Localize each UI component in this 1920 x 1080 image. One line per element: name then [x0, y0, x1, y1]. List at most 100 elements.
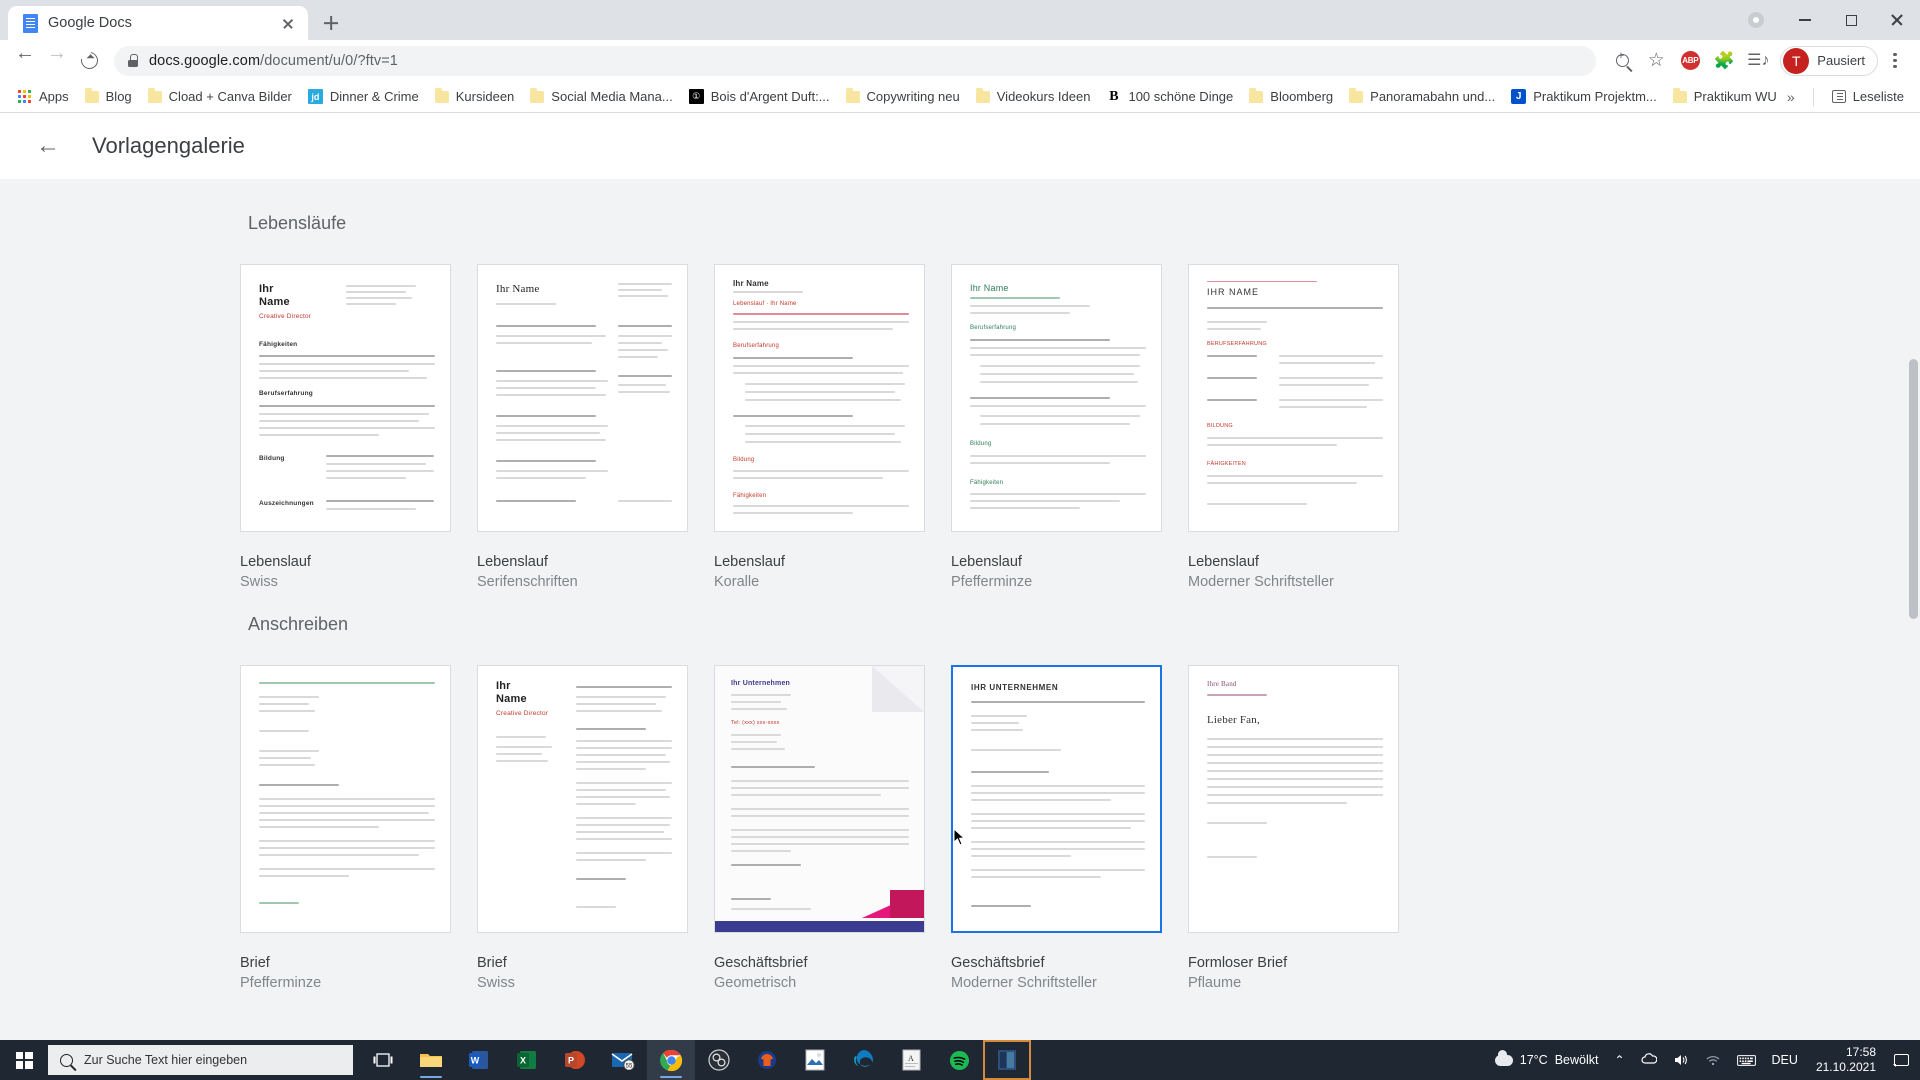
template-thumbnail[interactable]: Ihr Unternehmen Tel: (xxx) xxx-xxxx — [714, 665, 925, 933]
wifi-icon[interactable] — [1697, 1040, 1729, 1080]
file-explorer-icon[interactable] — [407, 1040, 455, 1080]
template-card[interactable]: Ihr Name Lebenslauf · Ihr Name Berufserf… — [714, 264, 951, 590]
template-thumbnail[interactable]: Ihr Name Lebenslauf · Ihr Name Berufserf… — [714, 264, 925, 532]
folder-icon — [530, 88, 545, 103]
maximize-button[interactable] — [1828, 0, 1874, 40]
bookmark-label: Dinner & Crime — [329, 89, 419, 104]
volume-icon[interactable] — [1665, 1040, 1697, 1080]
bookmarks-overflow-button[interactable]: » — [1779, 86, 1803, 108]
folder-icon — [84, 88, 99, 103]
reading-list-icon[interactable]: ☰♪ — [1742, 45, 1774, 77]
bookmark-praktikum-wu[interactable]: Praktikum WU — [1665, 86, 1785, 107]
bookmark-dinner-crime[interactable]: jd Dinner & Crime — [300, 86, 427, 107]
address-bar[interactable]: docs.google.com/document/u/0/?ftv=1 — [114, 45, 1597, 76]
bookmark-label: Videokurs Ideen — [996, 89, 1091, 104]
folder-icon — [1672, 88, 1687, 103]
bookmark-kursideen[interactable]: Kursideen — [427, 86, 523, 107]
chrome-menu-button[interactable] — [1880, 46, 1910, 76]
bookmark-videokurs-ideen[interactable]: Videokurs Ideen — [968, 86, 1099, 107]
template-thumbnail[interactable]: Ihr Name Creative Director — [477, 665, 688, 933]
template-card[interactable]: Ihre Band Lieber Fan, Formloser Brief Pf… — [1188, 665, 1425, 991]
weather-temp: 17°C — [1519, 1053, 1548, 1067]
word-icon[interactable]: W — [455, 1040, 503, 1080]
keyboard-icon[interactable] — [1729, 1040, 1764, 1080]
template-thumbnail[interactable]: Ihr Name Berufserfahrung Bildung Fähigke… — [951, 264, 1162, 532]
template-thumbnail[interactable]: IHR UNTERNEHMEN — [951, 665, 1162, 933]
bookmark-apps[interactable]: Apps — [10, 86, 77, 107]
excel-icon[interactable]: X — [503, 1040, 551, 1080]
section-title-lebenslaeufe: Lebensläufe — [248, 213, 347, 233]
new-tab-button[interactable] — [314, 6, 348, 40]
template-thumbnail[interactable]: IHR NAME BERUFSERFAHRUNG BILDUNG FÄHIGKE… — [1188, 264, 1399, 532]
folder-icon — [1249, 88, 1264, 103]
template-card[interactable]: Ihr Unternehmen Tel: (xxx) xxx-xxxx Gesc… — [714, 665, 951, 991]
bookmark-bois-dargent[interactable]: ① Bois d'Argent Duft:... — [681, 86, 838, 107]
notification-icon[interactable] — [1886, 1040, 1916, 1080]
template-subtitle: Geometrisch — [714, 975, 797, 991]
template-card[interactable]: Brief Pfefferminze — [240, 665, 477, 991]
adblock-plus-icon[interactable]: ABP — [1674, 45, 1706, 77]
browser-tab-google-docs[interactable]: Google Docs — [8, 6, 308, 40]
close-window-button[interactable] — [1874, 0, 1920, 40]
notes-icon[interactable]: A — [887, 1040, 935, 1080]
folder-icon — [147, 88, 162, 103]
chrome-icon[interactable] — [647, 1040, 695, 1080]
bookmark-blog[interactable]: Blog — [77, 86, 140, 107]
app-icon[interactable] — [983, 1040, 1031, 1080]
template-subtitle: Pfefferminze — [951, 574, 1033, 590]
mail-badge-count: 55 — [626, 1063, 633, 1069]
template-thumbnail[interactable]: Ihr Name Creative Director Fähigkeiten B… — [240, 264, 451, 532]
powerpoint-icon[interactable]: P — [551, 1040, 599, 1080]
bookmark-social-media-mana[interactable]: Social Media Mana... — [522, 86, 680, 107]
minimize-button[interactable] — [1782, 0, 1828, 40]
photos-icon[interactable] — [791, 1040, 839, 1080]
bookmark-star-icon[interactable]: ☆ — [1640, 45, 1672, 77]
template-subtitle: Moderner Schriftsteller — [1188, 574, 1334, 590]
bookmark-label: Kursideen — [455, 89, 515, 104]
audacity-icon[interactable] — [743, 1040, 791, 1080]
bookmark-100-schoene-dinge[interactable]: B 100 schöne Dinge — [1098, 86, 1241, 107]
reading-list-button[interactable]: Leseliste — [1824, 86, 1912, 107]
template-card[interactable]: IHR NAME BERUFSERFAHRUNG BILDUNG FÄHIGKE… — [1188, 264, 1425, 590]
language-indicator[interactable]: DEU — [1764, 1040, 1806, 1080]
obs-icon[interactable] — [695, 1040, 743, 1080]
onedrive-icon[interactable] — [1633, 1040, 1665, 1080]
template-thumbnail[interactable]: Ihr Name — [477, 264, 688, 532]
bookmark-praktikum-projektm[interactable]: J Praktikum Projektm... — [1503, 86, 1665, 107]
lock-icon — [128, 54, 138, 67]
extensions-puzzle-icon[interactable]: 🧩 — [1708, 45, 1740, 77]
bookmark-cload-canva-bilder[interactable]: Cload + Canva Bilder — [140, 86, 300, 107]
jd-favicon: jd — [307, 89, 323, 104]
forward-button[interactable] — [42, 43, 72, 76]
bookmark-bloomberg[interactable]: Bloomberg — [1241, 86, 1341, 107]
cloud-icon — [1494, 1049, 1513, 1066]
taskbar-search-input[interactable]: Zur Suche Text hier eingeben — [48, 1045, 353, 1075]
reload-button[interactable] — [74, 46, 104, 76]
edge-icon[interactable] — [839, 1040, 887, 1080]
vertical-scrollbar[interactable] — [1909, 359, 1918, 619]
template-card[interactable]: Ihr Name Creative Director Fähigkeiten B… — [240, 264, 477, 590]
template-grid-lebenslaeufe: Ihr Name Creative Director Fähigkeiten B… — [0, 264, 1920, 590]
bookmark-copywriting-neu[interactable]: Copywriting neu — [838, 86, 968, 107]
bookmark-panoramabahn[interactable]: Panoramabahn und... — [1341, 86, 1503, 107]
mail-icon[interactable]: 55 — [599, 1040, 647, 1080]
template-card[interactable]: Ihr Name Creative Director Brief Swiss — [477, 665, 714, 991]
back-button[interactable] — [10, 43, 40, 76]
template-thumbnail[interactable] — [240, 665, 451, 933]
zoom-icon[interactable] — [1606, 45, 1638, 77]
template-thumbnail[interactable]: Ihre Band Lieber Fan, — [1188, 665, 1399, 933]
weather-widget[interactable]: 17°C Bewölkt — [1487, 1040, 1607, 1080]
back-arrow-icon[interactable]: ← — [36, 134, 60, 158]
task-view-icon[interactable] — [359, 1040, 407, 1080]
page-title: Vorlagengalerie — [92, 133, 245, 158]
template-card-selected[interactable]: IHR UNTERNEHMEN Geschäftsbrief Moderner … — [951, 665, 1188, 991]
windows-start-icon[interactable] — [0, 1040, 48, 1080]
template-subtitle: Moderner Schriftsteller — [951, 975, 1097, 991]
template-card[interactable]: Ihr Name Lebenslauf Serifenschriften — [477, 264, 714, 590]
template-card[interactable]: Ihr Name Berufserfahrung Bildung Fähigke… — [951, 264, 1188, 590]
chevron-up-icon[interactable]: ⌃ — [1606, 1040, 1632, 1080]
profile-button[interactable]: T Pausiert — [1780, 45, 1878, 76]
close-icon[interactable] — [278, 13, 298, 33]
clock[interactable]: 17:58 21.10.2021 — [1806, 1045, 1886, 1075]
spotify-icon[interactable] — [935, 1040, 983, 1080]
